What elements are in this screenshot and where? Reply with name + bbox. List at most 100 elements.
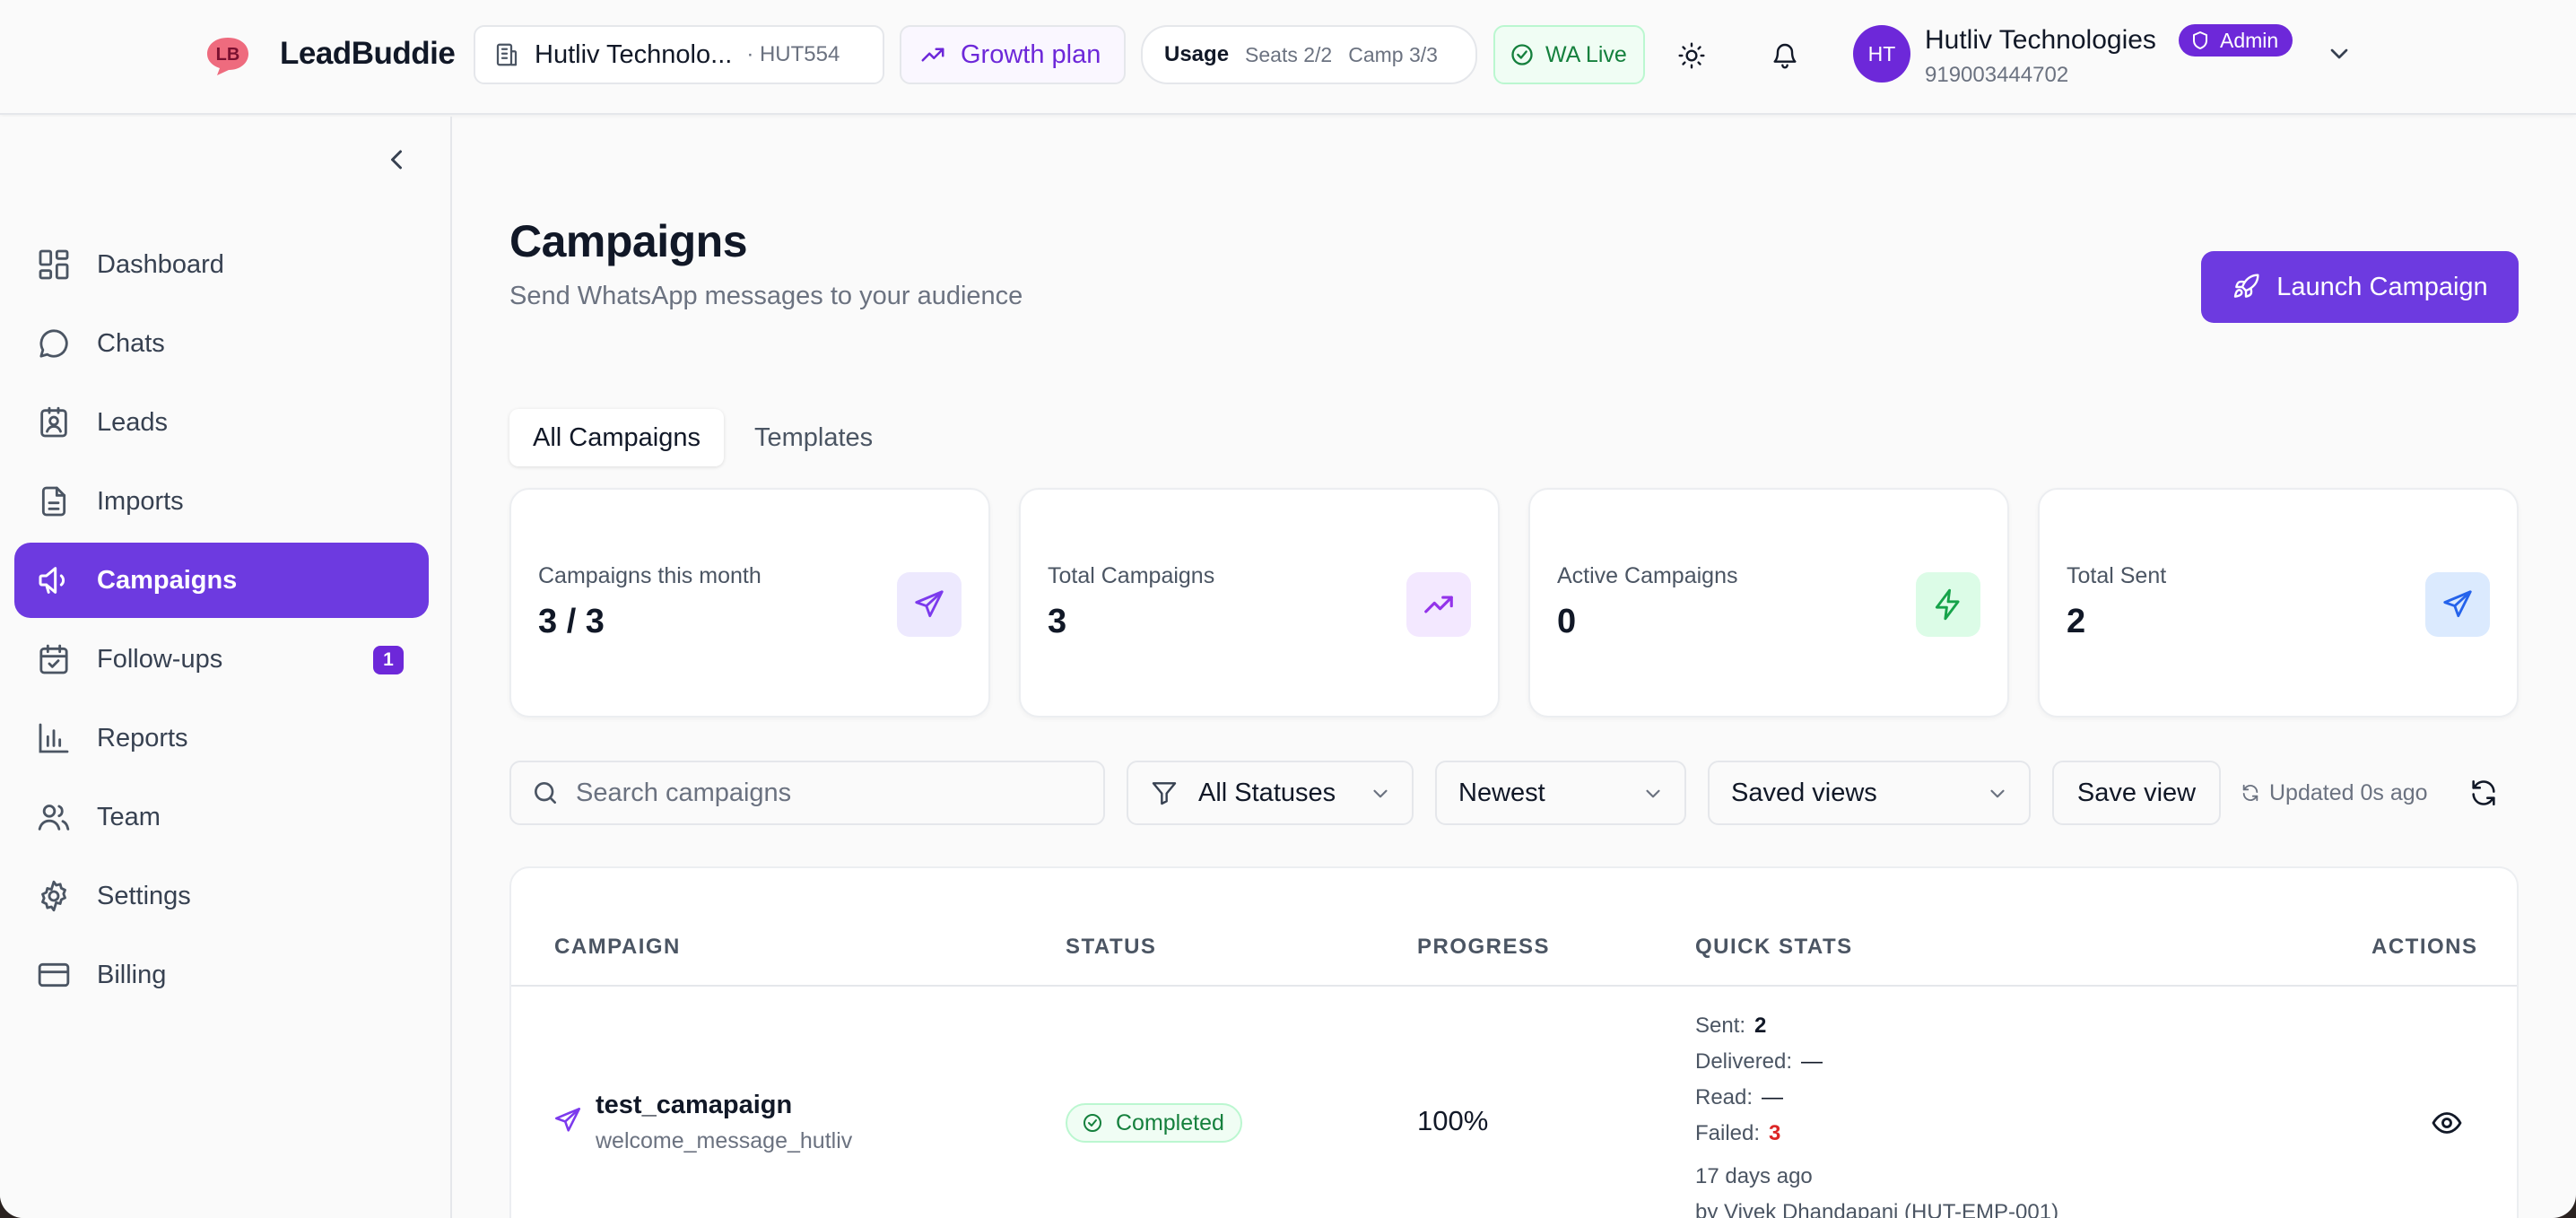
search-input[interactable]: Search campaigns <box>509 761 1105 825</box>
send-icon <box>897 572 962 637</box>
filter-icon <box>1152 782 1177 805</box>
whatsapp-status-badge[interactable]: WA Live <box>1493 25 1645 84</box>
org-name: Hutliv Technolo... <box>535 39 733 69</box>
stat-card-campaigns-this-month: Campaigns this month 3 / 3 <box>509 488 990 718</box>
sidebar-item-imports[interactable]: Imports <box>14 464 429 539</box>
status-filter-select[interactable]: All Statuses <box>1127 761 1414 825</box>
theme-toggle-button[interactable] <box>1672 36 1711 75</box>
stat-value: 0 <box>1557 603 1577 640</box>
gear-icon <box>41 880 66 912</box>
sidebar-item-label: Dashboard <box>97 249 224 279</box>
page-title: Campaigns <box>509 216 748 266</box>
stat-delivered: Delivered: — <box>1695 1049 1823 1074</box>
status-label: Completed <box>1116 1109 1224 1135</box>
sidebar-item-campaigns[interactable]: Campaigns <box>14 543 429 618</box>
avatar[interactable]: HT <box>1853 25 1910 83</box>
usage-indicator[interactable]: Usage Seats 2/2 Camp 3/3 <box>1141 25 1477 84</box>
stat-failed-value: 3 <box>1769 1121 1781 1145</box>
chevron-left-icon[interactable] <box>380 144 413 176</box>
wa-status-label: WA Live <box>1545 41 1627 67</box>
sidebar-item-label: Settings <box>97 881 191 910</box>
stat-sent: Sent: 2 <box>1695 1014 1766 1039</box>
stat-card-active-campaigns: Active Campaigns 0 <box>1528 488 2009 718</box>
sidebar-item-label: Follow-ups <box>97 644 223 674</box>
role-badge: Admin <box>2179 24 2293 57</box>
check-circle-icon <box>1083 1114 1101 1132</box>
sidebar-item-label: Campaigns <box>97 565 238 595</box>
building-icon <box>496 43 518 66</box>
chevron-down-icon <box>1646 789 1660 798</box>
sidebar-item-billing[interactable]: Billing <box>14 937 429 1013</box>
last-updated-label: Updated 0s ago <box>2269 779 2428 805</box>
sidebar-item-dashboard[interactable]: Dashboard <box>14 227 429 302</box>
stat-sent-label: Sent: <box>1695 1014 1746 1038</box>
sidebar-item-chats[interactable]: Chats <box>14 306 429 381</box>
plan-button[interactable]: Growth plan <box>900 25 1126 84</box>
stat-failed: Failed: 3 <box>1695 1121 1780 1146</box>
campaign-name[interactable]: test_camapaign <box>596 1091 792 1120</box>
stat-delivered-value: — <box>1801 1049 1823 1074</box>
stat-failed-label: Failed: <box>1695 1121 1761 1145</box>
save-view-button[interactable]: Save view <box>2052 761 2221 825</box>
sun-icon <box>1678 42 1705 69</box>
check-circle-icon <box>1511 44 1533 65</box>
stat-label: Active Campaigns <box>1557 563 1738 588</box>
sidebar-item-settings[interactable]: Settings <box>14 858 429 934</box>
refresh-button[interactable] <box>2468 761 2508 825</box>
organization-switcher[interactable]: Hutliv Technolo... · HUT554 <box>474 25 884 84</box>
sidebar-item-label: Team <box>97 802 161 831</box>
tab-bar: All Campaigns Templates <box>509 405 896 470</box>
column-header-status: STATUS <box>1066 935 1157 959</box>
app-window: LB LeadBuddie Hutliv Technolo... · HUT55… <box>0 0 2576 1218</box>
refresh-small-icon <box>2242 784 2258 802</box>
calendar-check-icon <box>39 644 68 674</box>
stat-sent-value: 2 <box>1754 1014 1767 1038</box>
send-icon <box>554 1107 581 1132</box>
notifications-button[interactable] <box>1765 36 1805 75</box>
last-updated-indicator: Updated 0s ago <box>2241 761 2438 825</box>
role-badge-label: Admin <box>2220 28 2279 52</box>
stat-value: 3 / 3 <box>538 603 605 640</box>
column-header-progress: PROGRESS <box>1417 935 1551 959</box>
bar-chart-icon <box>39 723 69 753</box>
sort-select[interactable]: Newest <box>1435 761 1686 825</box>
progress-value: 100% <box>1417 1105 1489 1136</box>
header-divider <box>511 985 2517 987</box>
column-header-actions: ACTIONS <box>2371 935 2478 959</box>
search-icon <box>535 782 556 804</box>
credit-card-icon <box>38 962 70 987</box>
stat-delivered-label: Delivered: <box>1695 1049 1793 1074</box>
brand-name[interactable]: LeadBuddie <box>280 36 456 72</box>
launch-campaign-label: Launch Campaign <box>2276 272 2488 301</box>
eye-icon[interactable] <box>2431 1107 2463 1139</box>
saved-views-select[interactable]: Saved views <box>1708 761 2031 825</box>
refresh-icon <box>2472 779 2495 806</box>
launch-campaign-button[interactable]: Launch Campaign <box>2201 251 2519 323</box>
sidebar-item-reports[interactable]: Reports <box>14 700 429 776</box>
usage-seats: Seats 2/2 <box>1245 42 1333 66</box>
column-header-quick-stats: QUICK STATS <box>1695 935 1853 959</box>
saved-views-value: Saved views <box>1731 778 1877 807</box>
stat-card-total-sent: Total Sent 2 <box>2038 488 2519 718</box>
follow-ups-count-badge: 1 <box>373 646 404 674</box>
tab-all-campaigns[interactable]: All Campaigns <box>509 409 724 466</box>
user-phone: 919003444702 <box>1925 63 2069 87</box>
chevron-down-icon <box>1990 789 2005 798</box>
chevron-down-icon <box>1373 789 1388 798</box>
sidebar-item-label: Reports <box>97 723 188 753</box>
user-name[interactable]: Hutliv Technologies <box>1925 25 2156 56</box>
org-code: · HUT554 <box>746 42 840 66</box>
top-bar: LB LeadBuddie Hutliv Technolo... · HUT55… <box>0 0 2576 115</box>
svg-text:LB: LB <box>216 45 240 65</box>
created-by: by Vivek Dhandapani (HUT-EMP-001) <box>1695 1200 2059 1218</box>
sidebar-item-follow-ups[interactable]: Follow-ups 1 <box>14 622 429 697</box>
tab-templates[interactable]: Templates <box>731 409 896 466</box>
sidebar-item-team[interactable]: Team <box>14 779 429 855</box>
contact-card-icon <box>40 406 67 438</box>
chevron-down-icon[interactable] <box>2325 39 2354 68</box>
sort-value: Newest <box>1458 778 1545 807</box>
campaign-template: welcome_message_hutliv <box>596 1128 853 1153</box>
shield-icon <box>2193 31 2207 49</box>
sidebar-item-leads[interactable]: Leads <box>14 385 429 460</box>
stat-label: Total Campaigns <box>1048 563 1215 588</box>
